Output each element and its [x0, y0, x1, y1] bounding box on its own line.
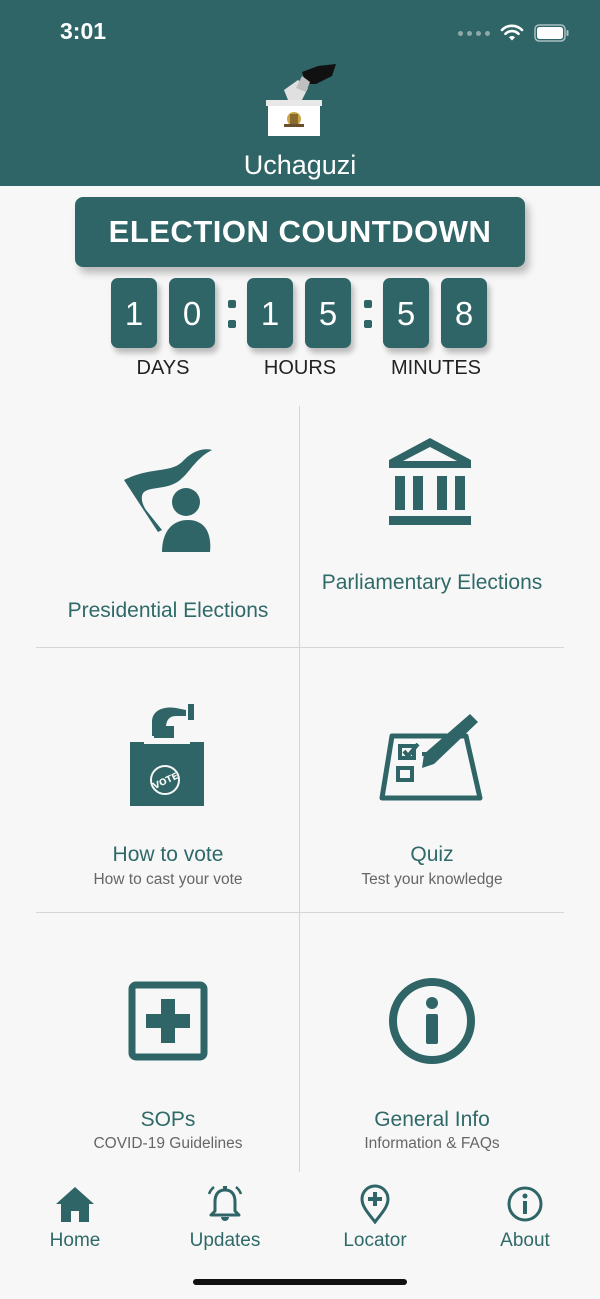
countdown-title: ELECTION COUNTDOWN: [75, 197, 525, 267]
info-circle-icon: [389, 978, 475, 1064]
checklist-pencil-icon: [379, 714, 483, 801]
app-header: 3:01 Uchaguzi: [0, 0, 600, 186]
app-title: Uchaguzi: [243, 150, 357, 180]
hours-label: HOURS: [263, 357, 337, 379]
bell-icon: [207, 1186, 243, 1221]
plus-square-icon: [128, 981, 208, 1061]
tab-label: Home: [49, 1230, 101, 1251]
battery-icon: [534, 24, 569, 42]
tab-home[interactable]: Home: [0, 1180, 150, 1256]
ballot-box-icon: VOTE: [130, 704, 204, 806]
location-plus-icon: [360, 1184, 390, 1224]
tile-how-to-vote[interactable]: VOTE How to vote How to cast your vote: [36, 648, 300, 912]
hours-digit-2: 5: [305, 278, 351, 348]
tab-locator[interactable]: Locator: [300, 1180, 450, 1256]
minutes-label: MINUTES: [391, 357, 481, 379]
wifi-icon: [500, 24, 524, 41]
tab-about[interactable]: About: [450, 1180, 600, 1256]
status-time: 3:01: [60, 18, 107, 44]
tile-quiz[interactable]: Quiz Test your knowledge: [300, 648, 564, 912]
flag-person-icon: [124, 449, 212, 552]
tile-title: Quiz: [410, 843, 454, 866]
tile-title: How to vote: [112, 843, 224, 866]
tab-label: Updates: [189, 1230, 261, 1251]
home-icon: [56, 1187, 94, 1222]
days-digit-1: 1: [111, 278, 157, 348]
status-icons: [458, 22, 570, 44]
signal-icon: [458, 30, 490, 36]
tab-label: About: [500, 1230, 550, 1251]
tile-subtitle: Information & FAQs: [364, 1135, 500, 1152]
tile-subtitle: COVID-19 Guidelines: [93, 1135, 243, 1152]
tile-title: SOPs: [140, 1108, 196, 1131]
tab-label: Locator: [343, 1230, 407, 1251]
minutes-digit-1: 5: [383, 278, 429, 348]
tile-parliamentary-elections[interactable]: Parliamentary Elections: [300, 406, 564, 647]
colon-separator: [227, 290, 237, 336]
days-label: DAYS: [136, 357, 190, 379]
tile-title: General Info: [374, 1108, 490, 1131]
tile-general-info[interactable]: General Info Information & FAQs: [300, 913, 564, 1172]
tile-title: Presidential Elections: [67, 599, 269, 622]
tile-title: Parliamentary Elections: [321, 571, 543, 594]
tile-subtitle: How to cast your vote: [93, 871, 243, 888]
home-indicator[interactable]: [193, 1279, 407, 1285]
minutes-digit-2: 8: [441, 278, 487, 348]
info-icon: [507, 1186, 543, 1222]
tile-sops[interactable]: SOPs COVID-19 Guidelines: [36, 913, 300, 1172]
tile-presidential-elections[interactable]: Presidential Elections: [36, 406, 300, 647]
days-digit-2: 0: [169, 278, 215, 348]
hours-digit-1: 1: [247, 278, 293, 348]
ballot-box-logo: [266, 64, 336, 136]
parliament-building-icon: [389, 438, 471, 525]
colon-separator: [363, 290, 373, 336]
tab-updates[interactable]: Updates: [150, 1180, 300, 1256]
tile-subtitle: Test your knowledge: [361, 871, 503, 888]
